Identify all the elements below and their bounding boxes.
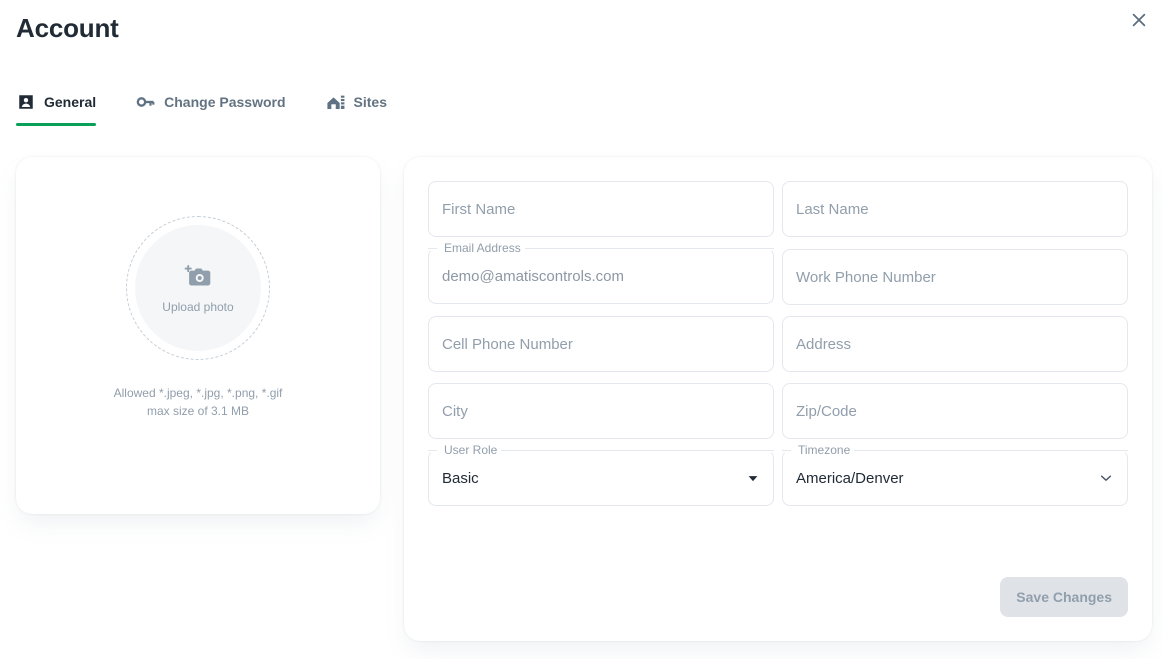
form-actions: Save Changes <box>1000 577 1128 617</box>
chevron-down-icon[interactable] <box>1098 470 1114 486</box>
account-form-card: First Name Last Name Email Address demo@… <box>404 157 1152 641</box>
first-name-field[interactable]: First Name <box>428 181 774 237</box>
address-field[interactable]: Address <box>782 316 1128 372</box>
zip-code-box <box>782 383 1128 439</box>
tab-sites[interactable]: Sites <box>326 92 387 126</box>
tab-general-label: General <box>44 94 97 110</box>
timezone-label: Timezone <box>794 442 855 458</box>
upload-photo-dropzone[interactable]: Upload photo <box>126 216 270 360</box>
upload-help-line-2: max size of 3.1 MB <box>146 404 250 418</box>
first-name-box <box>428 181 774 237</box>
city-field[interactable]: City <box>428 383 774 439</box>
upload-photo-inner: Upload photo <box>135 225 261 351</box>
photo-upload-card: Upload photo Allowed *.jpeg, *.jpg, *.pn… <box>16 157 380 514</box>
work-phone-box <box>782 249 1128 305</box>
building-icon <box>326 92 346 112</box>
account-dialog: Account General Change Password Sites Up… <box>0 0 1163 659</box>
cell-phone-box <box>428 316 774 372</box>
user-role-box <box>428 450 774 506</box>
zip-code-field[interactable]: Zip/Code <box>782 383 1128 439</box>
last-name-box <box>782 181 1128 237</box>
tab-sites-label: Sites <box>353 94 387 110</box>
close-icon[interactable] <box>1123 4 1155 36</box>
page-title: Account <box>16 13 119 43</box>
tab-general[interactable]: General <box>16 92 97 126</box>
upload-help-line-1: Allowed *.jpeg, *.jpg, *.png, *.gif <box>113 386 283 400</box>
city-box <box>428 383 774 439</box>
cell-phone-field[interactable]: Cell Phone Number <box>428 316 774 372</box>
key-icon <box>136 92 156 112</box>
account-form-grid: First Name Last Name Email Address demo@… <box>428 181 1128 506</box>
address-box <box>782 316 1128 372</box>
upload-help-text: Allowed *.jpeg, *.jpg, *.png, *.gif max … <box>114 384 283 420</box>
upload-area: Upload photo Allowed *.jpeg, *.jpg, *.pn… <box>16 216 380 420</box>
tab-active-underline <box>16 123 97 126</box>
triangle-down-icon[interactable] <box>746 471 760 485</box>
work-phone-field[interactable]: Work Phone Number <box>782 249 1128 305</box>
timezone-box <box>782 450 1128 506</box>
last-name-field[interactable]: Last Name <box>782 181 1128 237</box>
tab-change-password-label: Change Password <box>164 94 286 110</box>
user-role-label: User Role <box>440 442 502 458</box>
email-label: Email Address <box>440 240 525 256</box>
save-changes-button[interactable]: Save Changes <box>1000 577 1128 617</box>
account-box-icon <box>16 92 36 112</box>
email-box <box>428 248 774 304</box>
upload-photo-label: Upload photo <box>162 299 234 314</box>
email-field[interactable]: Email Address demo@amatiscontrols.com <box>428 240 774 304</box>
camera-plus-icon <box>183 264 213 295</box>
tab-change-password[interactable]: Change Password <box>136 92 286 126</box>
timezone-select[interactable]: Timezone America/Denver <box>782 442 1128 506</box>
tab-bar: General Change Password Sites <box>16 92 427 126</box>
user-role-select[interactable]: User Role Basic <box>428 442 774 506</box>
